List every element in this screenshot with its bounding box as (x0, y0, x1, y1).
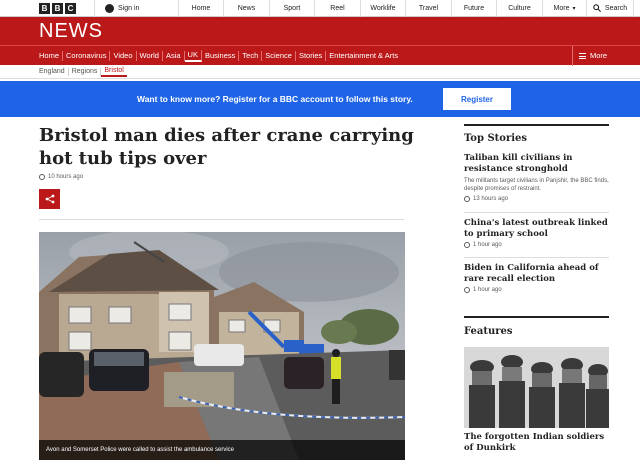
feature-photo[interactable] (464, 347, 609, 428)
bbc-logo[interactable]: B B C (39, 2, 76, 14)
street-scene-image (39, 232, 405, 460)
top-story-time: 1 hour ago (473, 242, 502, 248)
logo-letter: C (65, 2, 76, 14)
news-nav-tech[interactable]: Tech (239, 50, 263, 61)
top-story-item[interactable]: Biden in California ahead of rare recall… (464, 263, 614, 293)
search-label: Search (604, 4, 628, 12)
feature-title[interactable]: The forgotten Indian soldiers of Dunkirk (464, 432, 614, 453)
chevron-down-icon: ▾ (572, 5, 576, 12)
sub-nav-england[interactable]: England (36, 67, 69, 76)
article-time: 10 hours ago (48, 174, 84, 180)
global-nav-culture[interactable]: Culture (496, 0, 542, 17)
register-button[interactable]: Register (443, 88, 511, 110)
top-stories-rule (464, 124, 609, 126)
top-story-timestamp: 13 hours ago (464, 196, 614, 202)
divider (464, 257, 609, 258)
share-icon (45, 194, 54, 204)
news-wordmark[interactable]: NEWS (39, 20, 103, 43)
features-heading: Features (464, 326, 513, 337)
top-story-time: 1 hour ago (473, 287, 502, 293)
top-story-title[interactable]: China's latest outbreak linked to primar… (464, 218, 614, 239)
global-nav: Home News Sport Reel Worklife Travel Fut… (178, 0, 542, 17)
global-nav-sport[interactable]: Sport (269, 0, 314, 17)
news-nav-science[interactable]: Science (262, 50, 296, 61)
share-button[interactable] (39, 189, 60, 209)
features-rule (464, 316, 609, 318)
global-nav-news[interactable]: News (223, 0, 269, 17)
news-nav-more-label: More (590, 51, 608, 60)
top-story-item[interactable]: Taliban kill civilians in resistance str… (464, 153, 614, 202)
top-stories-heading: Top Stories (464, 133, 528, 144)
signin-label: Sign in (118, 4, 140, 12)
news-nav-coronavirus[interactable]: Coronavirus (63, 50, 111, 61)
top-story-title[interactable]: Taliban kill civilians in resistance str… (464, 153, 614, 174)
news-nav: Home Coronavirus Video World Asia UK Bus… (0, 45, 640, 66)
clock-icon (39, 174, 45, 180)
more-label: More (553, 4, 570, 12)
news-nav-entertainment[interactable]: Entertainment & Arts (326, 51, 401, 61)
top-story-title[interactable]: Biden in California ahead of rare recall… (464, 263, 614, 284)
register-banner: Want to know more? Register for a BBC ac… (0, 81, 640, 117)
global-more-button[interactable]: More ▾ (542, 0, 586, 17)
register-message: Want to know more? Register for a BBC ac… (137, 94, 413, 104)
logo-letter: B (52, 2, 63, 14)
news-nav-home[interactable]: Home (39, 50, 64, 61)
global-topbar: B B C Sign in Home News Sport Reel Workl… (0, 0, 640, 17)
search-button[interactable]: Search (586, 0, 634, 17)
top-story-item[interactable]: China's latest outbreak linked to primar… (464, 218, 614, 248)
menu-icon (579, 52, 586, 59)
user-icon (105, 3, 114, 13)
news-banner: NEWS (0, 17, 640, 45)
search-icon (593, 4, 601, 12)
news-nav-world[interactable]: World (137, 50, 163, 61)
top-story-summary: The militants target civilians in Panjsh… (464, 178, 609, 192)
top-story-time: 13 hours ago (473, 196, 509, 202)
global-nav-reel[interactable]: Reel (314, 0, 360, 17)
top-story-timestamp: 1 hour ago (464, 242, 614, 248)
news-nav-more-button[interactable]: More (572, 45, 640, 66)
sub-nav-regions[interactable]: Regions (69, 67, 102, 76)
divider (39, 219, 404, 220)
global-nav-worklife[interactable]: Worklife (360, 0, 405, 17)
global-nav-travel[interactable]: Travel (405, 0, 451, 17)
sub-nav-bristol[interactable]: Bristol (101, 67, 127, 77)
article-timestamp: 10 hours ago (39, 174, 83, 180)
article-photo: Avon and Somerset Police were called to … (39, 232, 405, 460)
clock-icon (464, 242, 470, 248)
news-nav-uk[interactable]: UK (184, 49, 202, 62)
logo-letter: B (39, 2, 50, 14)
global-nav-home[interactable]: Home (178, 0, 223, 17)
news-nav-video[interactable]: Video (110, 50, 137, 61)
news-nav-asia[interactable]: Asia (163, 50, 185, 61)
divider (464, 212, 609, 213)
photo-caption: Avon and Somerset Police were called to … (39, 440, 405, 460)
soldiers-image (464, 347, 609, 428)
clock-icon (464, 196, 470, 202)
clock-icon (464, 287, 470, 293)
news-nav-business[interactable]: Business (202, 50, 240, 61)
news-nav-stories[interactable]: Stories (296, 50, 327, 61)
global-nav-future[interactable]: Future (451, 0, 496, 17)
sub-nav: England Regions Bristol (0, 65, 640, 79)
top-story-timestamp: 1 hour ago (464, 287, 614, 293)
article-headline: Bristol man dies after crane carrying ho… (39, 125, 414, 169)
signin-link[interactable]: Sign in (94, 0, 178, 17)
